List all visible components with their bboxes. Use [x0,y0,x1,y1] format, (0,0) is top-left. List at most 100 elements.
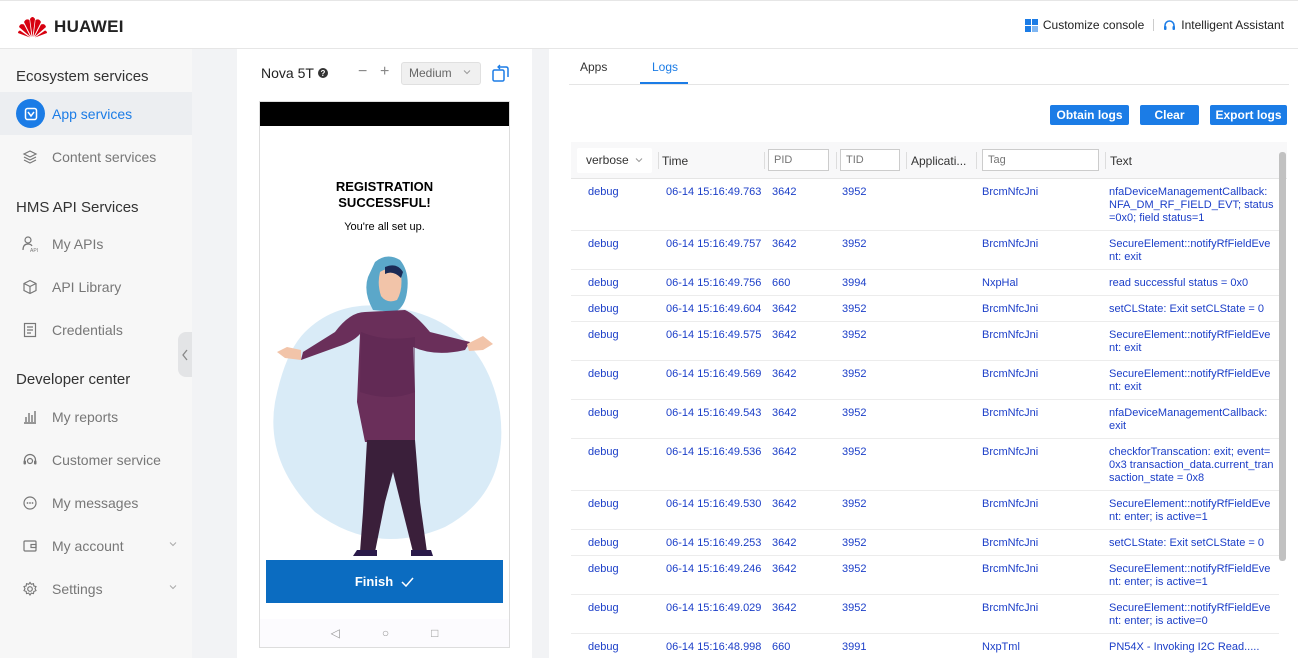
sidebar-item-app-services[interactable]: App services [0,92,192,135]
sidebar-item-my-apis[interactable]: API My APIs [0,222,192,265]
log-tag-cell: BrcmNfcJni [982,368,1039,380]
top-bar: HUAWEI Customize console Intelligent Ass… [0,0,1298,49]
home-icon[interactable]: ○ [382,626,389,640]
customize-console-button[interactable]: Customize console [1024,18,1144,32]
log-row[interactable]: debug 06-14 15:16:49.253 3642 3952 BrcmNfcJn… [571,530,1279,556]
log-tid-cell: 3952 [842,446,867,458]
rotate-screen-icon[interactable] [491,64,510,83]
log-pid-cell: 3642 [772,329,797,341]
registration-subtitle: You're all set up. [344,221,425,233]
pid-filter-input[interactable] [768,149,829,171]
size-select[interactable]: Medium [401,62,481,85]
sidebar-item-credentials[interactable]: Credentials [0,308,192,351]
column-header-application: Applicati... [911,154,967,168]
log-tid-cell: 3952 [842,602,867,614]
log-tag-cell: BrcmNfcJni [982,498,1039,510]
huawei-logo[interactable]: HUAWEI [17,15,124,39]
intelligent-assistant-button[interactable]: Intelligent Assistant [1163,18,1284,32]
phone-screen[interactable]: REGISTRATION SUCCESSFUL! You're all set … [259,101,510,648]
log-text-cell: setCLState: Exit setCLState = 0 [1109,303,1264,315]
sidebar-item-my-messages[interactable]: My messages [0,481,192,524]
section-title-ecosystem: Ecosystem services [16,68,149,85]
cube-icon [20,277,40,297]
sidebar-item-label: Customer service [52,451,161,468]
intelligent-assistant-label: Intelligent Assistant [1181,18,1284,32]
log-tid-cell: 3952 [842,186,867,198]
tab-logs[interactable]: Logs [652,60,678,74]
log-row[interactable]: debug 06-14 15:16:49.575 3642 3952 BrcmNfcJn… [571,322,1279,361]
sidebar-item-my-account[interactable]: My account [0,524,192,567]
log-pid-cell: 3642 [772,602,797,614]
sidebar-item-label: My account [52,537,124,554]
section-title-developer-center: Developer center [16,371,131,388]
tid-filter-input[interactable] [840,149,900,171]
log-tag-cell: BrcmNfcJni [982,537,1039,549]
log-row[interactable]: debug 06-14 15:16:48.998 660 3991 NxpTml PN54… [571,634,1279,658]
recent-apps-icon[interactable]: □ [431,626,438,640]
registration-title: REGISTRATION SUCCESSFUL! [260,179,509,211]
back-icon[interactable]: ◁ [331,626,340,640]
log-pid-cell: 3642 [772,303,797,315]
log-text-cell: setCLState: Exit setCLState = 0 [1109,537,1264,549]
log-text-cell: SecureElement::notifyRfFieldEvent: enter… [1109,563,1271,588]
log-tid-cell: 3952 [842,238,867,250]
sidebar-item-customer-service[interactable]: Customer service [0,438,192,481]
clear-button[interactable]: Clear [1140,105,1199,125]
obtain-logs-button[interactable]: Obtain logs [1050,105,1129,125]
log-row[interactable]: debug 06-14 15:16:49.756 660 3994 NxpHal read… [571,270,1279,296]
tab-apps[interactable]: Apps [580,60,607,74]
column-header-time: Time [662,154,689,168]
log-pid-cell: 3642 [772,537,797,549]
log-row[interactable]: debug 06-14 15:16:49.246 3642 3952 BrcmNfcJn… [571,556,1279,595]
zoom-out-button[interactable]: − [358,63,367,81]
sidebar-item-settings[interactable]: Settings [0,567,192,610]
log-row[interactable]: debug 06-14 15:16:49.757 3642 3952 BrcmNfcJn… [571,231,1279,270]
log-level-cell: debug [588,641,619,653]
gear-icon [20,579,40,599]
sidebar-item-my-reports[interactable]: My reports [0,395,192,438]
sidebar-item-label: API Library [52,278,122,295]
welcome-illustration [273,256,502,556]
sidebar-item-content-services[interactable]: Content services [0,135,192,178]
log-text-cell: SecureElement::notifyRfFieldEvent: enter… [1109,498,1271,523]
log-row[interactable]: debug 06-14 15:16:49.536 3642 3952 BrcmNfcJn… [571,439,1279,491]
sidebar-item-api-library[interactable]: API Library [0,265,192,308]
log-text-cell: SecureElement::notifyRfFieldEvent: enter… [1109,602,1271,627]
log-row[interactable]: debug 06-14 15:16:49.569 3642 3952 BrcmNfcJn… [571,361,1279,400]
log-tid-cell: 3952 [842,407,867,419]
finish-button[interactable]: Finish [266,560,503,603]
log-tag-cell: NxpHal [982,277,1019,289]
device-panel: Nova 5T ? − + Medium REGISTRATION SUCCES… [237,49,532,658]
log-row[interactable]: debug 06-14 15:16:49.604 3642 3952 BrcmNfcJn… [571,296,1279,322]
sidebar-collapse-button[interactable] [178,332,192,377]
help-icon[interactable]: ? [317,68,328,78]
log-tag-cell: BrcmNfcJni [982,563,1039,575]
tag-filter-input[interactable] [982,149,1099,171]
log-row[interactable]: debug 06-14 15:16:49.763 3642 3952 BrcmNfcJn… [571,179,1279,231]
log-row[interactable]: debug 06-14 15:16:49.029 3642 3952 BrcmNfcJn… [571,595,1279,634]
column-divider [836,152,837,169]
sidebar-item-label: Credentials [52,321,123,338]
log-pid-cell: 3642 [772,563,797,575]
log-scrollbar[interactable] [1279,152,1286,561]
log-text-cell: PN54X - Invoking I2C Read..... [1109,641,1260,653]
log-text-cell: nfaDeviceManagementCallback: NFA_DM_RF_F… [1109,186,1274,224]
headset-icon [20,450,40,470]
export-logs-button[interactable]: Export logs [1210,105,1287,125]
log-row[interactable]: debug 06-14 15:16:49.530 3642 3952 BrcmNfcJn… [571,491,1279,530]
chevron-down-icon [635,158,643,163]
log-tag-cell: BrcmNfcJni [982,407,1039,419]
brand-name: HUAWEI [54,17,124,36]
document-icon [20,320,40,340]
log-tag-cell: BrcmNfcJni [982,329,1039,341]
log-time-cell: 06-14 15:16:49.543 [666,407,762,419]
log-level-select[interactable]: verbose [577,148,652,173]
log-level-cell: debug [588,303,619,315]
log-level-cell: debug [588,329,619,341]
log-pid-cell: 3642 [772,407,797,419]
log-tid-cell: 3994 [842,277,867,289]
zoom-in-button[interactable]: + [380,63,389,81]
grid-icon [1024,18,1038,32]
log-time-cell: 06-14 15:16:49.029 [666,602,762,614]
log-row[interactable]: debug 06-14 15:16:49.543 3642 3952 BrcmNfcJn… [571,400,1279,439]
